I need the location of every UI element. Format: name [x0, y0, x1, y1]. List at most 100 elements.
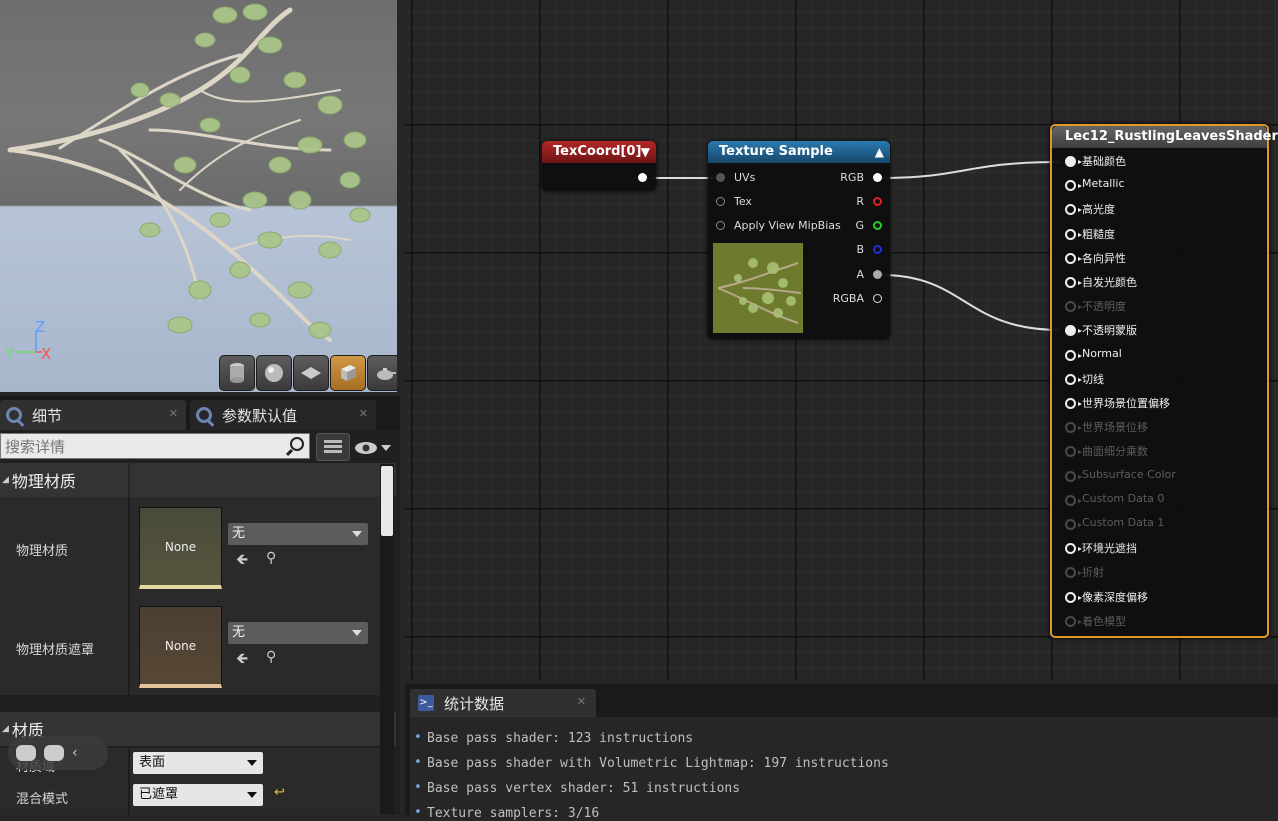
- result-pin-label: Metallic: [1082, 177, 1125, 191]
- result-input-pin[interactable]: [1065, 228, 1082, 240]
- property-row-blend-mode: 混合模式 已遮罩 ↩: [0, 780, 384, 815]
- property-label: 物理材质遮罩: [16, 643, 95, 658]
- chat-icon[interactable]: [16, 745, 36, 761]
- search-input[interactable]: [1, 434, 277, 460]
- section-physical-material[interactable]: ◢ 物理材质: [0, 463, 396, 497]
- result-pin-label: Custom Data 1: [1082, 516, 1165, 529]
- tab-parameter-defaults[interactable]: 参数默认值 ✕: [190, 400, 376, 430]
- node-header[interactable]: Texture Sample ▲: [708, 141, 890, 163]
- node-header[interactable]: Lec12_RustlingLeavesShader: [1052, 126, 1278, 148]
- tab-stats-label: 统计数据: [444, 694, 505, 713]
- cube-icon[interactable]: [330, 355, 366, 391]
- input-label: Apply View MipBias: [734, 219, 841, 232]
- close-icon[interactable]: ✕: [577, 695, 586, 708]
- collapse-arrow-icon[interactable]: ▲: [875, 141, 884, 163]
- output-label: A: [856, 268, 864, 281]
- close-icon[interactable]: ✕: [169, 407, 178, 420]
- use-selected-arrow-icon[interactable]: 🡸: [236, 549, 248, 574]
- column-divider: [128, 748, 130, 780]
- tab-details[interactable]: 细节 ✕: [0, 400, 186, 430]
- rgb-output-pin[interactable]: [873, 173, 882, 182]
- result-input-pin[interactable]: [1065, 543, 1082, 555]
- asset-picker-combo[interactable]: 无: [228, 622, 368, 644]
- material-result-node[interactable]: Lec12_RustlingLeavesShader 基础颜色 Metallic 高…: [1050, 124, 1278, 638]
- search-icon[interactable]: [290, 437, 304, 451]
- stats-panel: >_ 统计数据 ✕ Base pass shader: 123 instruct…: [405, 684, 1278, 821]
- result-input-pin[interactable]: [1065, 398, 1082, 409]
- a-output-pin[interactable]: [873, 270, 882, 279]
- property-matrix-button[interactable]: [316, 433, 350, 461]
- scrollbar-thumb[interactable]: [381, 466, 393, 536]
- result-input-pin[interactable]: [1065, 204, 1082, 216]
- column-divider: [128, 497, 130, 596]
- texcoord-node[interactable]: TexCoord[0] ▼: [542, 141, 656, 191]
- result-pin-label: 折射: [1082, 566, 1104, 580]
- details-panel: 细节 ✕ 参数默认值 ✕ ◢ 物理材质 物理材质 None 无: [0, 396, 400, 815]
- result-input-pin[interactable]: [1065, 277, 1082, 288]
- mipbias-input-pin[interactable]: [716, 221, 725, 230]
- texture-sample-node[interactable]: Texture Sample ▲ UVs Tex Apply View MipB…: [708, 141, 890, 339]
- result-pin-label: 不透明蒙版: [1082, 324, 1137, 338]
- close-icon[interactable]: ✕: [359, 407, 368, 420]
- details-scrollbar[interactable]: [380, 464, 394, 814]
- combo-value: 无: [232, 526, 246, 541]
- blend-mode-select[interactable]: 已遮罩: [133, 784, 263, 806]
- tex-input-pin[interactable]: [716, 197, 725, 206]
- property-row-phys-material: 物理材质 None 无 🡸 ⚲: [0, 497, 384, 596]
- sphere-icon[interactable]: [256, 355, 292, 391]
- chevron-down-icon: [247, 760, 257, 766]
- result-pin-label: 环境光遮挡: [1082, 542, 1137, 556]
- result-pin-label: Subsurface Color: [1082, 467, 1176, 481]
- combo-value: 已遮罩: [139, 787, 179, 802]
- result-input-pin[interactable]: [1065, 349, 1082, 361]
- view-options-button[interactable]: [354, 438, 394, 458]
- result-input-pin[interactable]: [1065, 591, 1082, 603]
- output-pin[interactable]: [638, 173, 647, 182]
- stats-line: Base pass shader: 123 instructions: [414, 730, 693, 746]
- asset-thumbnail[interactable]: None: [139, 606, 222, 688]
- result-input-pin[interactable]: [1065, 325, 1082, 337]
- result-pin-label: 各向异性: [1082, 251, 1126, 265]
- details-icon: [6, 407, 22, 423]
- collapse-arrow-icon: ◢: [2, 724, 9, 734]
- output-label: RGBA: [832, 292, 864, 305]
- g-output-pin[interactable]: [873, 221, 882, 230]
- material-graph-canvas[interactable]: TexCoord[0] ▼ Texture Sample ▲ UVs Tex A…: [405, 0, 1278, 680]
- reset-to-default-icon[interactable]: ↩: [274, 785, 285, 800]
- result-pin-label: 粗糙度: [1082, 227, 1115, 241]
- axis-y-label: Y: [5, 345, 15, 363]
- message-icon[interactable]: [44, 745, 64, 761]
- use-selected-arrow-icon[interactable]: 🡸: [236, 648, 248, 673]
- material-preview-viewport[interactable]: Z Y X: [0, 0, 397, 392]
- overlay-toolbar: ‹: [8, 736, 108, 770]
- plane-icon[interactable]: [293, 355, 329, 391]
- chevron-down-icon: [247, 792, 257, 798]
- material-domain-select[interactable]: 表面: [133, 752, 263, 774]
- result-pin-label: 切线: [1082, 372, 1104, 386]
- asset-thumbnail[interactable]: None: [139, 507, 222, 589]
- rgba-output-pin[interactable]: [873, 294, 882, 303]
- tab-stats[interactable]: >_ 统计数据 ✕: [410, 689, 596, 717]
- result-input-pin[interactable]: [1065, 252, 1082, 264]
- browse-search-icon[interactable]: ⚲: [266, 550, 276, 566]
- column-divider: [128, 596, 130, 695]
- asset-picker-combo[interactable]: 无: [228, 523, 368, 545]
- result-input-pin[interactable]: [1065, 156, 1082, 167]
- eye-icon: [355, 442, 391, 454]
- node-header[interactable]: TexCoord[0] ▼: [542, 141, 656, 163]
- b-output-pin[interactable]: [873, 245, 882, 254]
- chevron-down-icon: [352, 630, 362, 636]
- column-divider: [128, 780, 130, 815]
- chevron-left-icon[interactable]: ‹: [72, 745, 78, 761]
- uvs-input-pin[interactable]: [716, 173, 725, 182]
- cylinder-icon[interactable]: [219, 355, 255, 391]
- collapse-arrow-icon[interactable]: ▼: [641, 141, 650, 163]
- teapot-icon[interactable]: [367, 355, 397, 391]
- result-input-pin[interactable]: [1065, 180, 1082, 192]
- result-input-pin[interactable]: [1065, 373, 1082, 385]
- result-pin-label: 着色模型: [1082, 614, 1126, 628]
- result-pin-label: Custom Data 0: [1082, 491, 1165, 505]
- r-output-pin[interactable]: [873, 197, 882, 206]
- browse-search-icon[interactable]: ⚲: [266, 649, 276, 665]
- tab-parameter-defaults-label: 参数默认值: [222, 406, 298, 425]
